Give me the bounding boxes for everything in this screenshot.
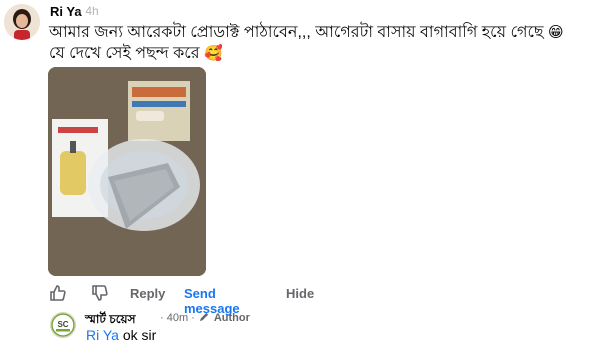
commenter-avatar[interactable] — [4, 4, 40, 40]
author-badge: Author — [213, 312, 250, 324]
svg-text:SC: SC — [57, 320, 68, 329]
comment-time[interactable]: · 4h — [78, 4, 99, 18]
comment-line-1: আমার জন্য আরেকটা প্রোডাক্ট পাঠাবেন,,, আগ… — [49, 24, 544, 41]
reply-meta: · 40m · Author — [160, 311, 250, 325]
thumbs-up-icon[interactable] — [49, 284, 67, 302]
hide-button[interactable]: Hide — [286, 286, 314, 301]
product-photo-image — [48, 67, 206, 276]
comment-line-2: যে দেখে সেই পছন্দ করে — [49, 45, 200, 62]
reply-button[interactable]: Reply — [130, 286, 165, 301]
grin-emoji-icon: 😁 — [548, 24, 564, 41]
comment-text: আমার জন্য আরেকটা প্রোডাক্ট পাঠাবেন,,, আগ… — [49, 22, 589, 64]
reply-message: ok sir — [122, 327, 157, 343]
reply-time[interactable]: · 40m · — [160, 312, 195, 324]
pencil-icon — [199, 311, 210, 325]
reply-mention-link[interactable]: Ri Ya — [86, 327, 119, 343]
comment-photo[interactable] — [48, 67, 206, 276]
avatar-image — [4, 4, 40, 40]
heart-face-emoji-icon: 🥰 — [203, 45, 223, 62]
smart-choice-logo-icon: SC — [51, 313, 75, 337]
commenter-name[interactable]: Ri Ya — [50, 4, 82, 19]
page-avatar[interactable]: SC — [50, 312, 76, 338]
reply-text: Ri Ya ok sir — [86, 327, 156, 343]
thumbs-down-icon[interactable] — [91, 284, 109, 302]
